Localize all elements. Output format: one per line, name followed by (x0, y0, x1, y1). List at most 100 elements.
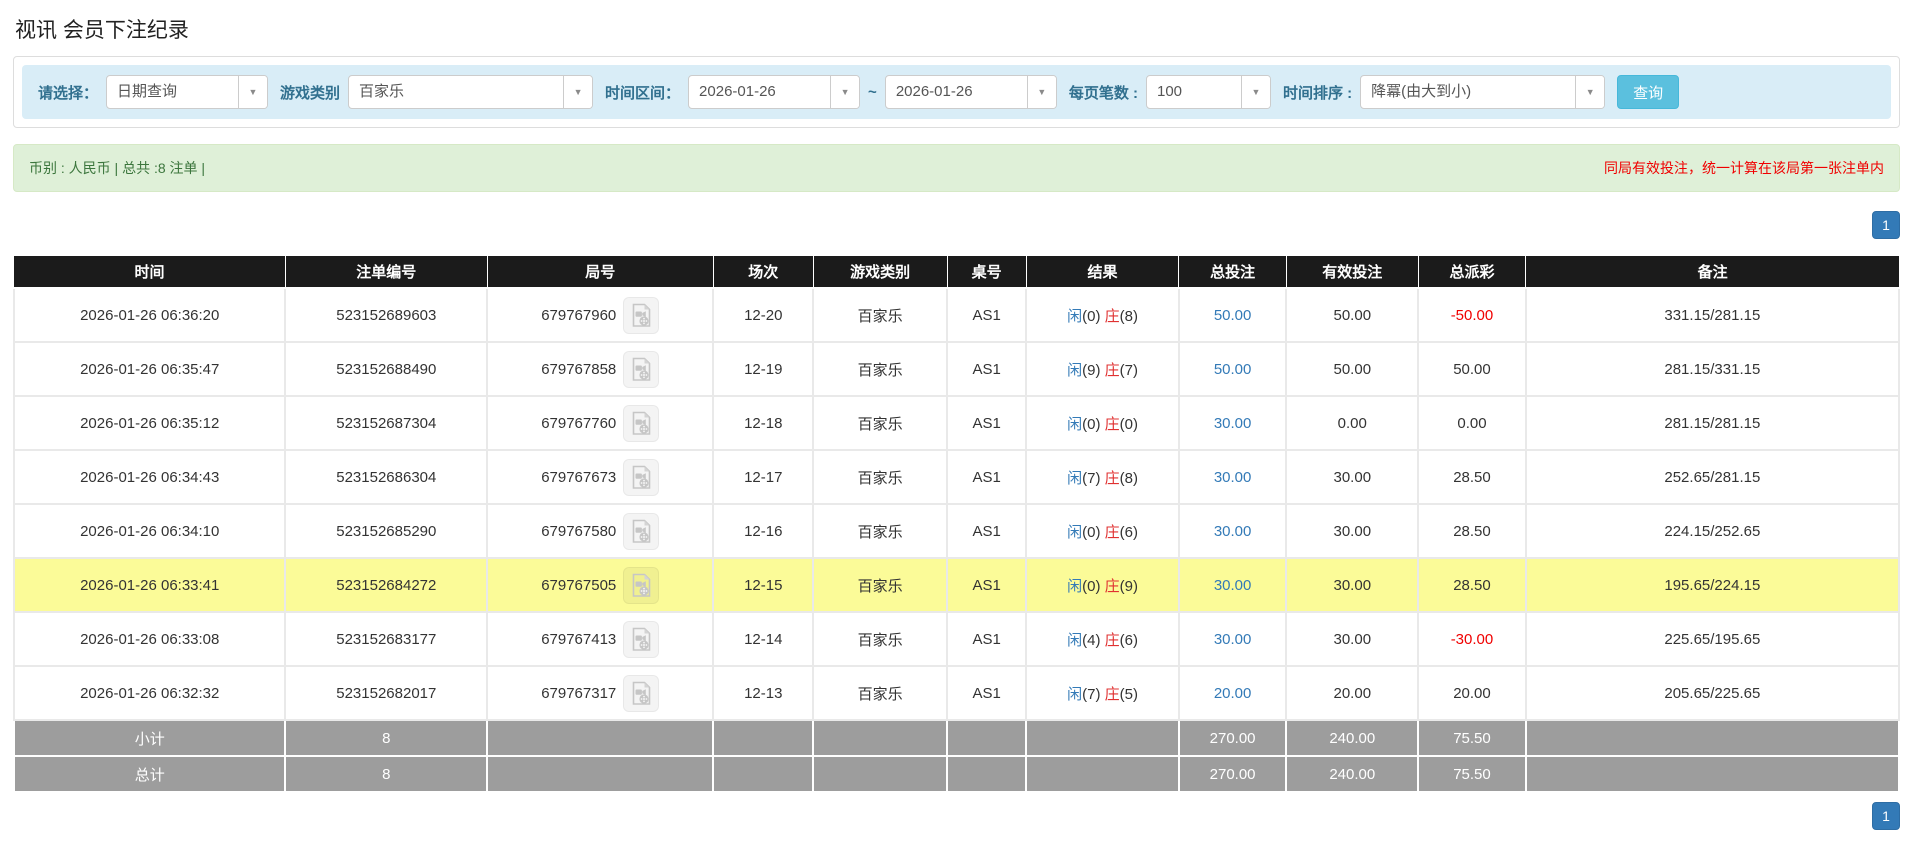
cell-time: 2026-01-26 06:34:10 (12, 503, 287, 559)
round-id-value: 679767960 (541, 306, 617, 324)
cell-note: 205.65/225.65 (1524, 665, 1901, 721)
cell-round-id: 679767858 (486, 341, 715, 397)
total-bet-link[interactable]: 50.00 (1214, 307, 1252, 324)
date-range-tilde: ~ (868, 83, 877, 101)
subtotal-row: 小计 8 270.00 240.00 75.50 (12, 719, 1901, 757)
video-replay-button[interactable] (623, 620, 660, 658)
round-id-value: 679767673 (541, 468, 617, 486)
cell-result: 闲(0) 庄(6) (1025, 503, 1180, 559)
cell-result: 闲(9) 庄(7) (1025, 341, 1180, 397)
banker-points: (8) (1119, 469, 1138, 487)
column-header: 桌号 (947, 256, 1027, 289)
round-id-group: 679767580 (541, 512, 660, 550)
total-bet-link[interactable]: 30.00 (1214, 523, 1252, 540)
column-header: 备注 (1525, 256, 1899, 289)
banker-label: 庄 (1104, 685, 1120, 703)
column-header: 局号 (487, 256, 714, 289)
banker-label: 庄 (1104, 307, 1120, 325)
currency-total-text: 币别 : 人民币 | 总共 :8 注单 | (29, 160, 206, 176)
footer-empty-cell (812, 755, 949, 793)
player-label: 闲 (1067, 469, 1083, 487)
video-replay-button[interactable] (623, 350, 660, 388)
player-label: 闲 (1067, 415, 1083, 433)
per-page-select[interactable]: 100 ▼ (1145, 75, 1271, 109)
total-bet-link[interactable]: 30.00 (1214, 469, 1252, 486)
footer-empty-cell (486, 719, 715, 757)
time-sort-select[interactable]: 降冪(由大到小) ▼ (1360, 75, 1606, 109)
cell-result: 闲(4) 庄(6) (1025, 611, 1180, 667)
cell-valid-bet: 20.00 (1285, 665, 1420, 721)
chevron-down-icon: ▼ (830, 76, 860, 108)
banker-label: 庄 (1104, 523, 1120, 541)
date-from-select[interactable]: 2026-01-26 ▼ (688, 75, 861, 109)
date-to-select[interactable]: 2026-01-26 ▼ (884, 75, 1057, 109)
video-record-icon (632, 681, 651, 705)
table-header-row: 时间 注单编号 局号 场次 游戏类别 桌号 结果 总投注 有效投注 总派彩 备注 (14, 256, 1899, 289)
cell-session: 12-18 (712, 395, 815, 451)
player-label: 闲 (1067, 523, 1083, 541)
footer-empty-cell (1025, 755, 1180, 793)
footer-total-bet: 270.00 (1177, 755, 1288, 793)
pagination-page-1[interactable]: 1 (1872, 802, 1900, 830)
total-bet-link[interactable]: 30.00 (1214, 577, 1252, 594)
video-replay-button[interactable] (623, 674, 660, 712)
video-record-icon (632, 357, 651, 381)
footer-empty-cell (712, 719, 815, 757)
cell-time: 2026-01-26 06:34:43 (12, 449, 287, 505)
footer-empty-cell (1524, 755, 1901, 793)
cell-total-bet: 30.00 (1177, 611, 1288, 667)
game-type-select[interactable]: 百家乐 ▼ (348, 75, 594, 109)
table-row: 2026-01-26 06:32:32 523152682017 679767317… (12, 665, 1901, 721)
cell-bet-id: 523152682017 (284, 665, 489, 721)
round-id-group: 679767317 (541, 674, 660, 712)
cell-bet-id: 523152687304 (284, 395, 489, 451)
cell-table-no: AS1 (946, 341, 1028, 397)
time-range-label: 时间区间： (605, 84, 681, 102)
cell-session: 12-14 (712, 611, 815, 667)
video-replay-button[interactable] (623, 566, 660, 604)
column-header: 时间 (14, 256, 286, 289)
video-record-icon (632, 411, 651, 435)
query-type-select[interactable]: 日期查询 ▼ (106, 75, 269, 109)
cell-session: 12-15 (712, 557, 815, 613)
cell-payout: -30.00 (1417, 611, 1527, 667)
chevron-down-icon: ▼ (238, 76, 268, 108)
round-id-group: 679767858 (541, 350, 660, 388)
cell-table-no: AS1 (946, 287, 1028, 343)
player-label: 闲 (1067, 361, 1083, 379)
player-points: (7) (1082, 685, 1101, 703)
cell-game-type: 百家乐 (812, 611, 949, 667)
cell-game-type: 百家乐 (812, 287, 949, 343)
round-id-group: 679767673 (541, 458, 660, 496)
chevron-down-icon: ▼ (563, 76, 593, 108)
table-row: 2026-01-26 06:33:41 523152684272 679767505… (12, 557, 1901, 613)
video-replay-button[interactable] (623, 404, 660, 442)
cell-payout: 50.00 (1417, 341, 1527, 397)
cell-result: 闲(0) 庄(0) (1025, 395, 1180, 451)
cell-round-id: 679767317 (486, 665, 715, 721)
cell-payout: 28.50 (1417, 557, 1527, 613)
pagination-top: 1 (13, 211, 1900, 239)
banker-points: (9) (1119, 577, 1138, 595)
cell-bet-id: 523152683177 (284, 611, 489, 667)
column-header: 总投注 (1178, 256, 1287, 289)
total-bet-link[interactable]: 20.00 (1214, 685, 1252, 702)
banker-points: (0) (1119, 415, 1138, 433)
player-label: 闲 (1067, 631, 1083, 649)
total-bet-link[interactable]: 30.00 (1214, 415, 1252, 432)
player-points: (0) (1082, 523, 1101, 541)
total-bet-link[interactable]: 50.00 (1214, 361, 1252, 378)
table-row: 2026-01-26 06:35:47 523152688490 679767858… (12, 341, 1901, 397)
video-replay-button[interactable] (623, 296, 660, 334)
footer-payout: 75.50 (1417, 719, 1527, 757)
query-button[interactable]: 查询 (1617, 75, 1680, 109)
video-replay-button[interactable] (623, 512, 660, 550)
total-bet-link[interactable]: 30.00 (1214, 631, 1252, 648)
cell-round-id: 679767760 (486, 395, 715, 451)
table-row: 2026-01-26 06:33:08 523152683177 679767413… (12, 611, 1901, 667)
video-replay-button[interactable] (623, 458, 660, 496)
per-page-label: 每页笔数 : (1068, 84, 1138, 102)
banker-label: 庄 (1104, 631, 1120, 649)
video-record-icon (632, 303, 651, 327)
pagination-page-1[interactable]: 1 (1872, 211, 1900, 239)
